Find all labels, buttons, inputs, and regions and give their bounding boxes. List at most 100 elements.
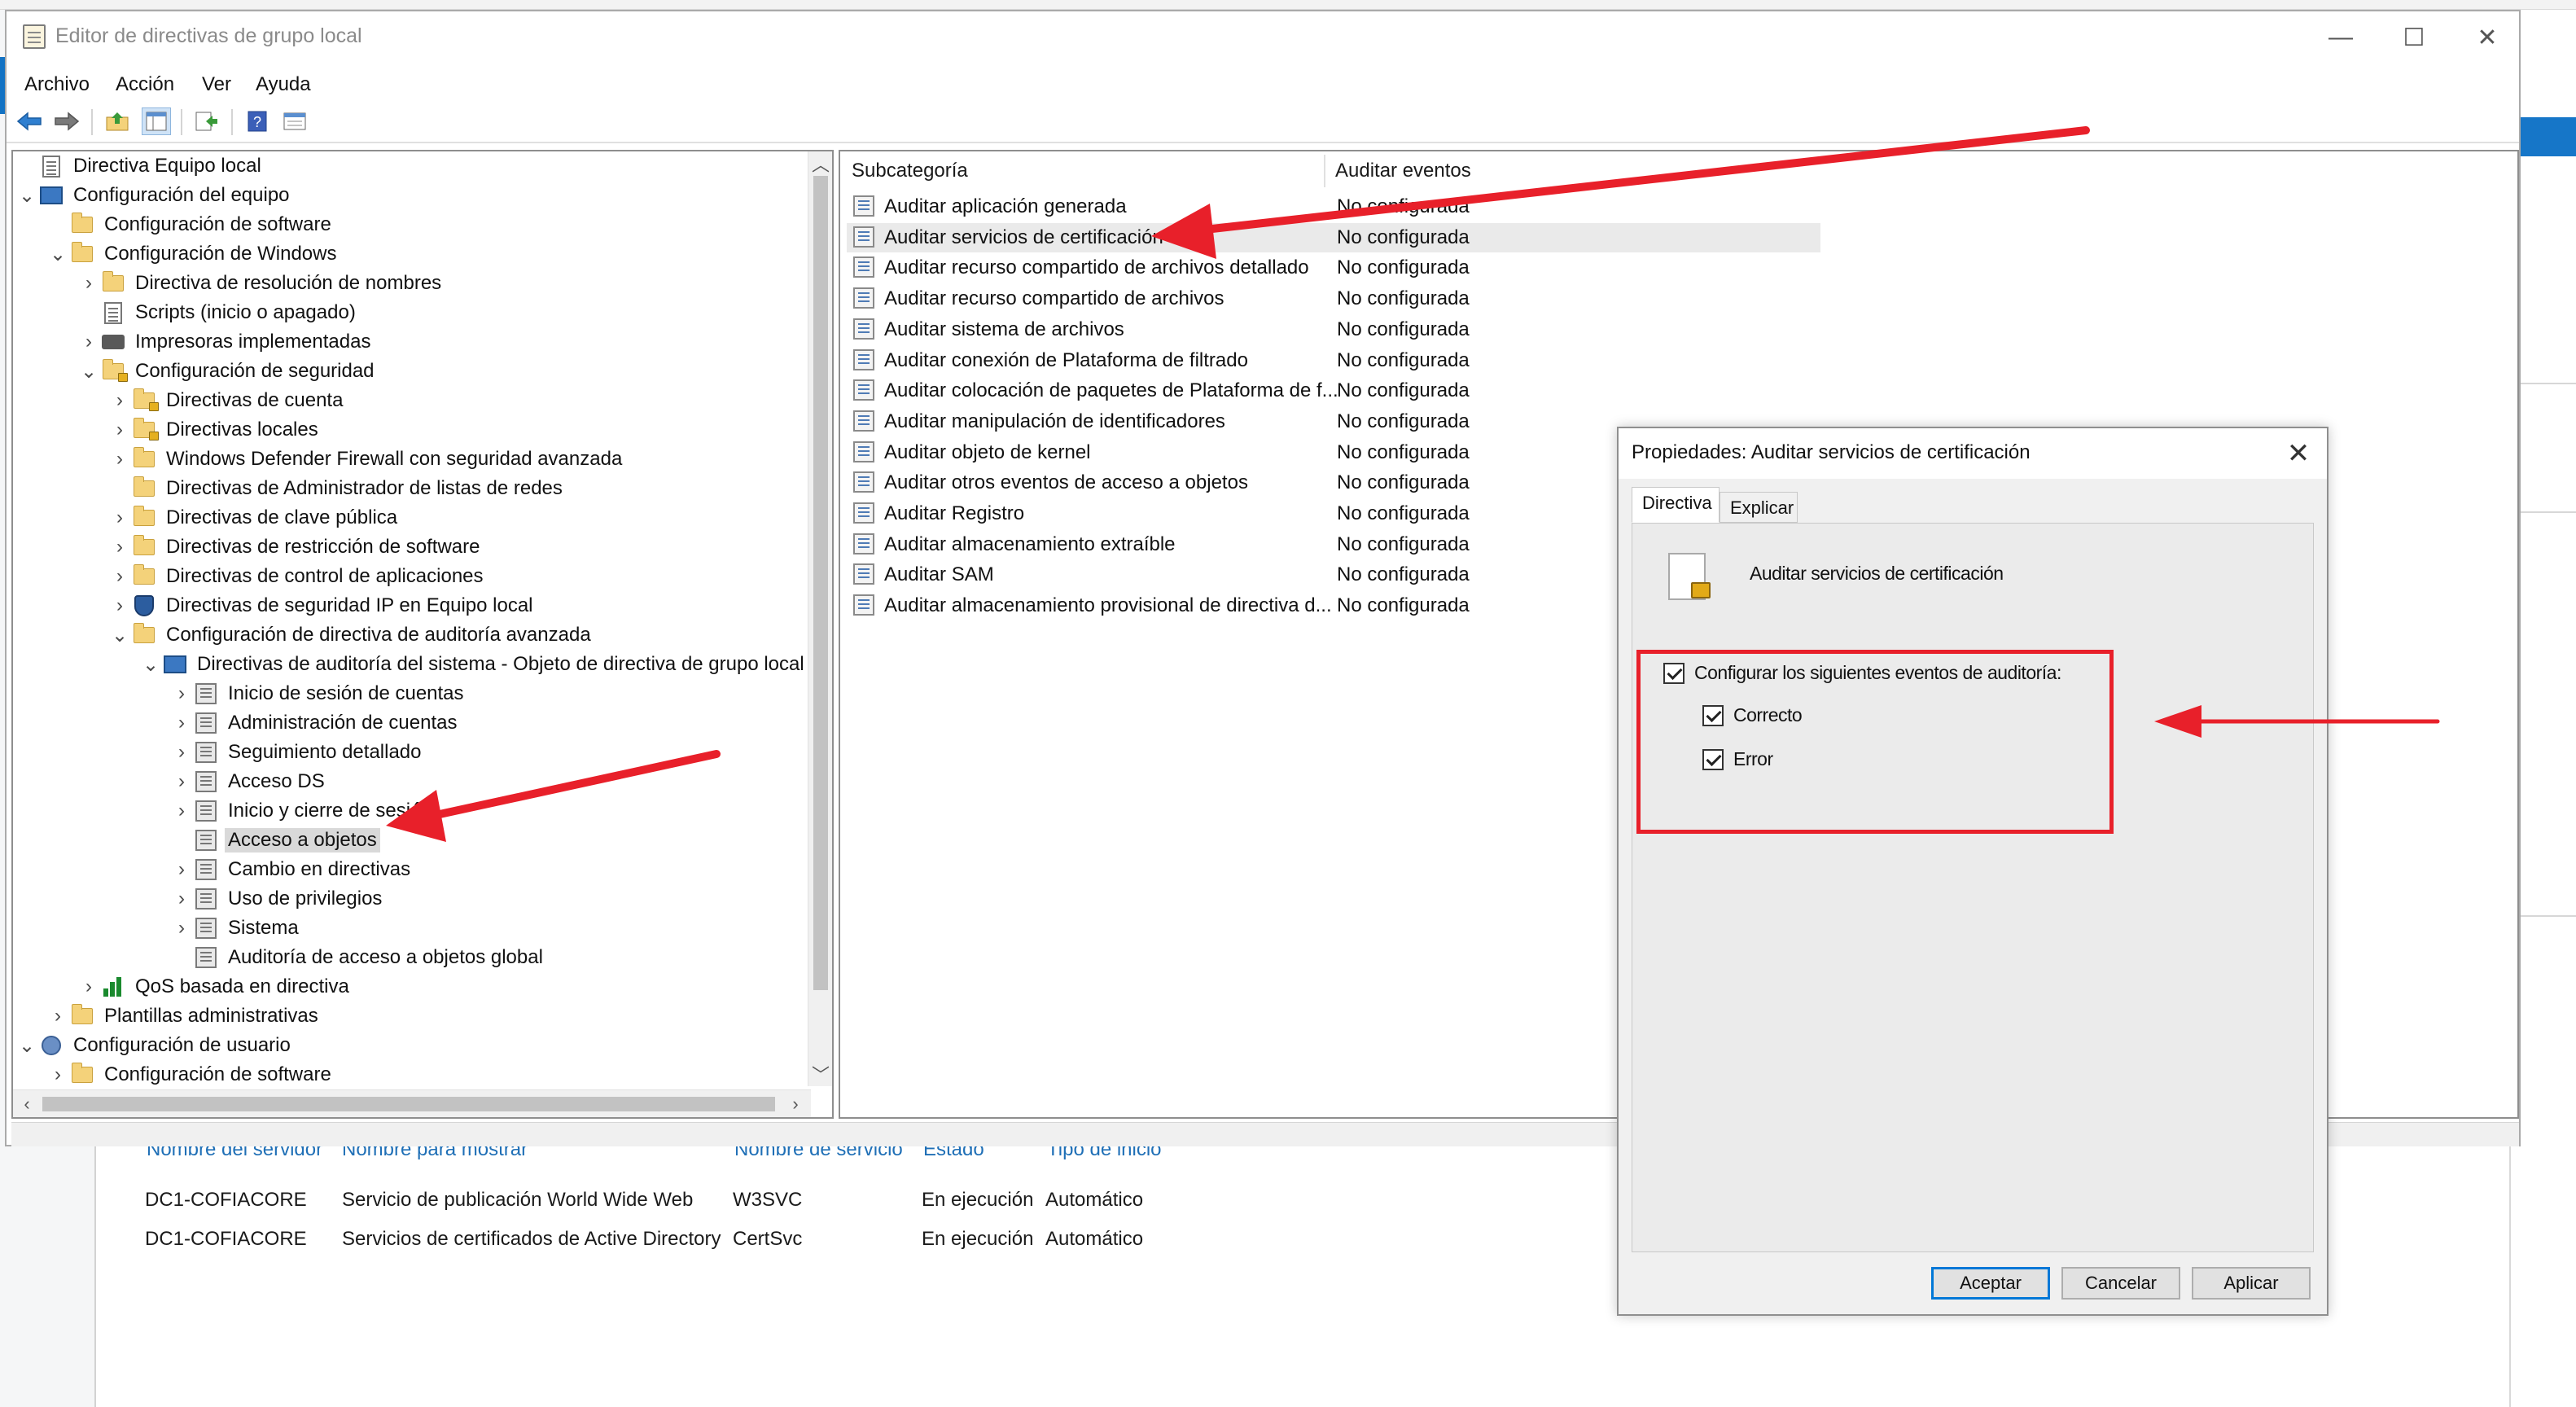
dialog-title-bar[interactable]: Propiedades: Auditar servicios de certif… [1619, 428, 2327, 479]
column-header-subcategory[interactable]: Subcategoría [852, 160, 968, 182]
tree-item[interactable]: › Impresoras implementadas [77, 327, 374, 357]
list-item[interactable]: Auditar conexión de Plataforma de filtra… [847, 346, 1820, 375]
expand-chevron-icon[interactable]: › [107, 591, 132, 620]
tab-explicar[interactable]: Explicar [1720, 492, 1798, 523]
tree-item[interactable]: Directiva Equipo local [15, 151, 265, 181]
tree-item-label[interactable]: Seguimiento detallado [225, 740, 425, 765]
tree-item-label[interactable]: Configuración de usuario [70, 1033, 294, 1058]
column-divider[interactable] [1324, 155, 1325, 187]
tree-item[interactable]: › Uso de privilegios [169, 884, 385, 914]
tree-item[interactable]: › Directiva de resolución de nombres [77, 269, 445, 298]
scroll-left-icon[interactable]: ‹ [15, 1092, 39, 1116]
tree-item[interactable]: › Directivas de clave pública [107, 503, 401, 533]
tree-item-label[interactable]: Auditoría de acceso a objetos global [225, 945, 546, 970]
list-item[interactable]: Auditar aplicación generada No configurad… [847, 192, 1820, 221]
collapse-chevron-icon[interactable]: ⌄ [46, 239, 70, 269]
export-list-icon[interactable] [192, 107, 221, 135]
tree-item-label[interactable]: Inicio de sesión de cuentas [225, 682, 467, 706]
column-header-audit-events[interactable]: Auditar eventos [1335, 160, 1471, 182]
tree-item-label[interactable]: Directivas de restricción de software [163, 535, 483, 559]
tree-item-label[interactable]: Directivas de clave pública [163, 506, 401, 530]
scroll-right-icon[interactable]: › [783, 1092, 808, 1116]
expand-chevron-icon[interactable]: › [107, 533, 132, 562]
title-bar[interactable]: Editor de directivas de grupo local — ☐ … [7, 11, 2519, 64]
tree-item[interactable]: Auditoría de acceso a objetos global [169, 943, 546, 972]
tree-item-label[interactable]: Directivas de cuenta [163, 388, 346, 413]
menu-ver[interactable]: Ver [202, 73, 231, 96]
tree-vertical-scrollbar[interactable]: ︿ ﹀ [808, 151, 832, 1086]
tree-item[interactable]: ⌄ Configuración del equipo [15, 181, 293, 210]
forward-arrow-icon[interactable] [52, 107, 81, 135]
minimize-button[interactable]: — [2304, 11, 2377, 64]
list-item[interactable]: Auditar colocación de paquetes de Plataf… [847, 376, 1820, 405]
tree-item-label[interactable]: Directivas de seguridad IP en Equipo loc… [163, 594, 537, 618]
tree-item[interactable]: › Directivas de cuenta [107, 386, 346, 415]
menu-archivo[interactable]: Archivo [24, 73, 90, 96]
expand-chevron-icon[interactable]: › [169, 767, 194, 796]
expand-chevron-icon[interactable]: › [107, 503, 132, 533]
tree-item-label[interactable]: QoS basada en directiva [132, 975, 353, 999]
list-item[interactable]: Auditar recurso compartido de archivos No… [847, 284, 1820, 313]
expand-chevron-icon[interactable]: › [169, 855, 194, 884]
tree-item-label[interactable]: Directiva Equipo local [70, 154, 265, 178]
expand-chevron-icon[interactable]: › [169, 884, 194, 914]
scroll-down-icon[interactable]: ﹀ [808, 1062, 832, 1086]
scrollbar-thumb[interactable] [42, 1097, 775, 1111]
expand-chevron-icon[interactable]: › [107, 386, 132, 415]
tree-item-label[interactable]: Configuración de seguridad [132, 359, 378, 384]
collapse-chevron-icon[interactable]: ⌄ [138, 650, 163, 679]
tree-item[interactable]: › Sistema [169, 914, 302, 943]
tree-horizontal-scrollbar[interactable]: ‹ › [13, 1089, 811, 1117]
tree-item[interactable]: › Cambio en directivas [169, 855, 414, 884]
dialog-close-button[interactable]: ✕ [2276, 432, 2320, 476]
tree-item-label[interactable]: Configuración de software [101, 213, 335, 237]
expand-chevron-icon[interactable]: › [46, 1002, 70, 1031]
tree-item-label[interactable]: Configuración de software [101, 1063, 335, 1087]
tree-item[interactable]: › Acceso DS [169, 767, 328, 796]
scrollbar-thumb[interactable] [813, 176, 828, 990]
tree-item-label[interactable]: Directiva de resolución de nombres [132, 271, 445, 296]
tree-item-label[interactable]: Directivas de auditoría del sistema - Ob… [194, 652, 808, 677]
tree-item-label[interactable]: Configuración de Windows [101, 242, 340, 266]
collapse-chevron-icon[interactable]: ⌄ [107, 620, 132, 650]
list-item[interactable]: Auditar sistema de archivos No configurad… [847, 315, 1820, 344]
expand-chevron-icon[interactable]: › [169, 679, 194, 708]
tree-item-label[interactable]: Directivas de control de aplicaciones [163, 564, 487, 589]
expand-chevron-icon[interactable]: › [107, 562, 132, 591]
expand-chevron-icon[interactable]: › [169, 796, 194, 826]
menu-accion[interactable]: Acción [116, 73, 174, 96]
list-item[interactable]: Auditar recurso compartido de archivos d… [847, 253, 1820, 283]
console-tree[interactable]: Directiva Equipo local ⌄ Configuración del… [11, 150, 834, 1119]
tree-item[interactable]: Scripts (inicio o apagado) [77, 298, 359, 327]
menu-ayuda[interactable]: Ayuda [256, 73, 311, 96]
tree-item-label[interactable]: Impresoras implementadas [132, 330, 374, 354]
tree-item[interactable]: › Inicio y cierre de sesión [169, 796, 436, 826]
maximize-button[interactable]: ☐ [2377, 11, 2451, 64]
properties-view-icon[interactable] [280, 107, 309, 135]
tree-item-label[interactable]: Inicio y cierre de sesión [225, 799, 436, 823]
show-hide-tree-icon[interactable] [142, 107, 171, 135]
expand-chevron-icon[interactable]: › [107, 415, 132, 445]
tree-item[interactable]: › Plantillas administrativas [46, 1002, 322, 1031]
ok-button[interactable]: Aceptar [1931, 1267, 2050, 1300]
tree-item[interactable]: ⌄ Configuración de usuario [15, 1031, 294, 1060]
tree-item-label[interactable]: Uso de privilegios [225, 887, 385, 911]
close-button[interactable]: ✕ [2451, 11, 2524, 64]
expand-chevron-icon[interactable]: › [77, 972, 101, 1002]
tree-item[interactable]: › Seguimiento detallado [169, 738, 425, 767]
expand-chevron-icon[interactable]: › [77, 327, 101, 357]
tree-item[interactable]: › Configuración de software [46, 1060, 335, 1089]
tree-item[interactable]: ⌄ Configuración de Windows [46, 239, 340, 269]
expand-chevron-icon[interactable]: › [77, 269, 101, 298]
tree-item[interactable]: › Inicio de sesión de cuentas [169, 679, 467, 708]
tree-item[interactable]: › Directivas de control de aplicaciones [107, 562, 487, 591]
expand-chevron-icon[interactable]: › [46, 1060, 70, 1089]
expand-chevron-icon[interactable]: › [169, 708, 194, 738]
tree-item[interactable]: ⌄ Configuración de directiva de auditoría… [107, 620, 594, 650]
tree-item-label[interactable]: Plantillas administrativas [101, 1004, 322, 1028]
apply-button[interactable]: Aplicar [2192, 1267, 2311, 1300]
tree-item-label[interactable]: Acceso DS [225, 769, 328, 794]
collapse-chevron-icon[interactable]: ⌄ [15, 1031, 39, 1060]
tree-item-label[interactable]: Configuración del equipo [70, 183, 293, 208]
tree-item-label[interactable]: Directivas de Administrador de listas de… [163, 476, 566, 501]
